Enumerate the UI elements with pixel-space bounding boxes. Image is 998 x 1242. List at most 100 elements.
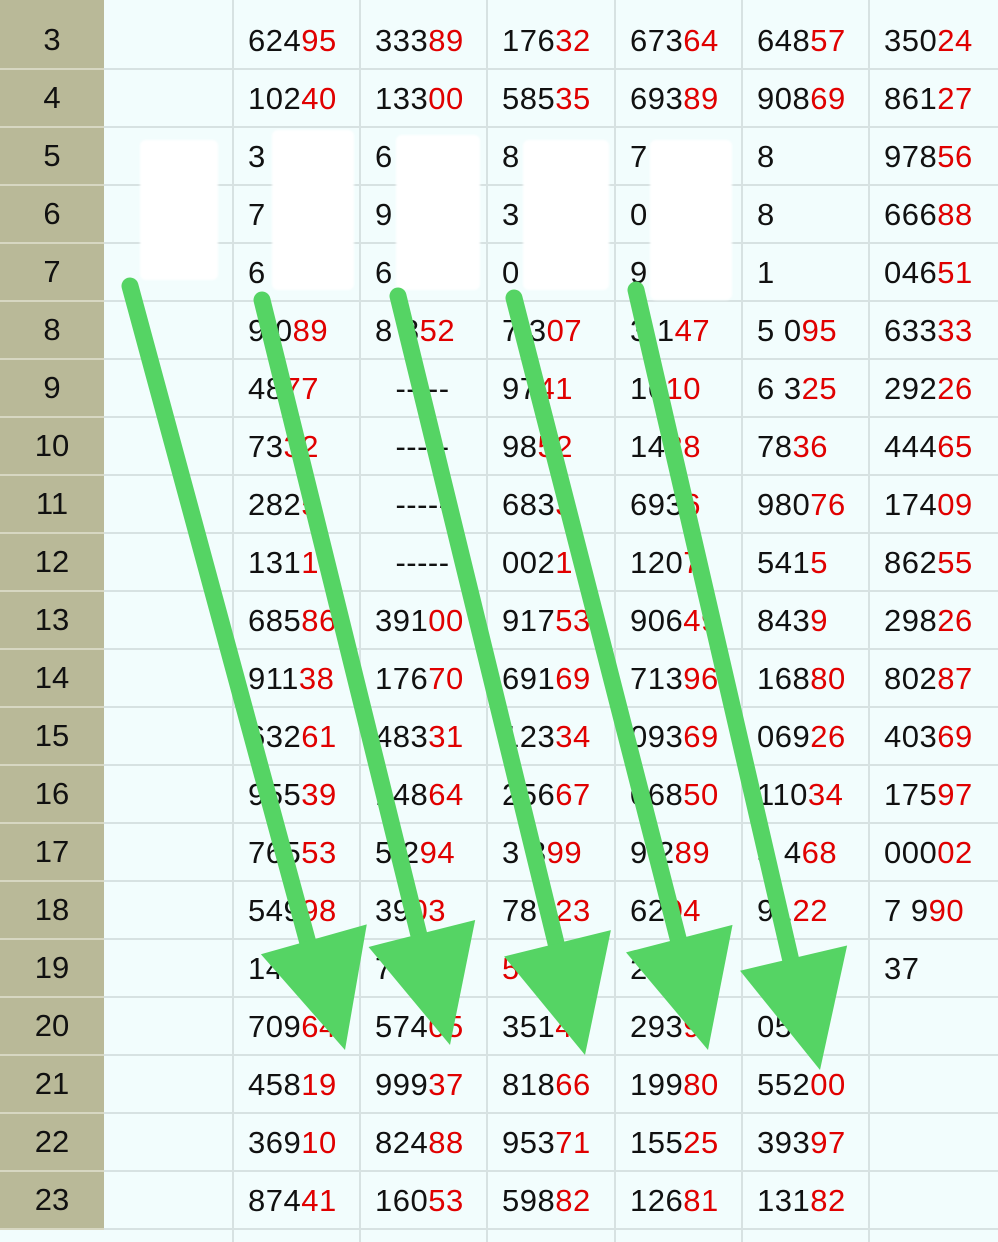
- cell-r8-c3[interactable]: 7 3 07: [486, 302, 614, 360]
- cell-r17-c1[interactable]: 765 53: [232, 824, 359, 882]
- cell-r21-c5[interactable]: 552 00: [741, 1056, 868, 1114]
- cell-r4-c2[interactable]: 133 00: [359, 70, 486, 128]
- cell-r19-c3[interactable]: 5: [486, 940, 614, 998]
- row-number-5[interactable]: 5: [0, 128, 104, 186]
- cell-r13-c5[interactable]: 843 9: [741, 592, 868, 650]
- cell-r8-c2[interactable]: 8 8 52: [359, 302, 486, 360]
- row-number-22[interactable]: 22: [0, 1114, 104, 1172]
- cell-r12-c3[interactable]: 002 1: [486, 534, 614, 592]
- cell-r3-c2[interactable]: 333 89: [359, 12, 486, 70]
- cell-r16-c2[interactable]: 148 64: [359, 766, 486, 824]
- cell-r4-c3[interactable]: 585 35: [486, 70, 614, 128]
- cell-r9-c2[interactable]: -----: [359, 360, 486, 418]
- cell-r20-c3[interactable]: 351 4: [486, 998, 614, 1056]
- cell-r21-c2[interactable]: 999 37: [359, 1056, 486, 1114]
- cell-r5-c5[interactable]: 8: [741, 128, 868, 186]
- cell-r15-c2[interactable]: 483 31: [359, 708, 486, 766]
- cell-r17-c2[interactable]: 5 2 94: [359, 824, 486, 882]
- cell-r4-c1[interactable]: 102 40: [232, 70, 359, 128]
- row-number-14[interactable]: 14: [0, 650, 104, 708]
- row-number-9[interactable]: 9: [0, 360, 104, 418]
- cell-r3-c1[interactable]: 624 95: [232, 12, 359, 70]
- row-number-10[interactable]: 10: [0, 418, 104, 476]
- cell-r15-c5[interactable]: 069 26: [741, 708, 868, 766]
- cell-r18-c1[interactable]: 549 98: [232, 882, 359, 940]
- cell-r3-c6[interactable]: 350 24: [868, 12, 998, 70]
- cell-r12-c5[interactable]: 541 5: [741, 534, 868, 592]
- cell-r23-c2[interactable]: 160 53: [359, 1172, 486, 1230]
- cell-r23-c4[interactable]: 126 81: [614, 1172, 741, 1230]
- cell-r6-c6[interactable]: 666 88: [868, 186, 998, 244]
- cell-r20-c1[interactable]: 709 64: [232, 998, 359, 1056]
- cell-r13-c2[interactable]: 391 00: [359, 592, 486, 650]
- cell-r17-c3[interactable]: 3 3 99: [486, 824, 614, 882]
- cell-r21-c1[interactable]: 458 19: [232, 1056, 359, 1114]
- cell-r12-c6[interactable]: 862 55: [868, 534, 998, 592]
- cell-r22-c5[interactable]: 393 97: [741, 1114, 868, 1172]
- cell-r18-c5[interactable]: 91 22: [741, 882, 868, 940]
- cell-r8-c1[interactable]: 9 0 89: [232, 302, 359, 360]
- cell-r19-c5[interactable]: [741, 940, 868, 998]
- row-number-21[interactable]: 21: [0, 1056, 104, 1114]
- cell-r4-c6[interactable]: 861 27: [868, 70, 998, 128]
- cell-r21-c3[interactable]: 818 66: [486, 1056, 614, 1114]
- cell-r3-c3[interactable]: 176 32: [486, 12, 614, 70]
- cell-r9-c5[interactable]: 6 3 25: [741, 360, 868, 418]
- cell-r10-c5[interactable]: 78 36: [741, 418, 868, 476]
- cell-r22-c4[interactable]: 155 25: [614, 1114, 741, 1172]
- cell-r3-c4[interactable]: 673 64: [614, 12, 741, 70]
- cell-r13-c1[interactable]: 685 86: [232, 592, 359, 650]
- row-number-4[interactable]: 4: [0, 70, 104, 128]
- cell-r4-c4[interactable]: 693 89: [614, 70, 741, 128]
- cell-r21-c6[interactable]: [868, 1056, 998, 1114]
- cell-r8-c5[interactable]: 5 0 95: [741, 302, 868, 360]
- cell-r16-c3[interactable]: 256 67: [486, 766, 614, 824]
- cell-r20-c2[interactable]: 574 05: [359, 998, 486, 1056]
- cell-r21-c4[interactable]: 199 80: [614, 1056, 741, 1114]
- cell-r15-c3[interactable]: 123 34: [486, 708, 614, 766]
- cell-r14-c1[interactable]: 911 38: [232, 650, 359, 708]
- cell-r20-c5[interactable]: 059 6: [741, 998, 868, 1056]
- row-number-19[interactable]: 19: [0, 940, 104, 998]
- cell-r11-c1[interactable]: 282 5: [232, 476, 359, 534]
- cell-r20-c6[interactable]: [868, 998, 998, 1056]
- cell-r22-c1[interactable]: 369 10: [232, 1114, 359, 1172]
- cell-r9-c4[interactable]: 16 10: [614, 360, 741, 418]
- cell-r10-c6[interactable]: 444 65: [868, 418, 998, 476]
- cell-r20-c4[interactable]: 293 9: [614, 998, 741, 1056]
- cell-r13-c4[interactable]: 906 49: [614, 592, 741, 650]
- cell-r11-c5[interactable]: 980 76: [741, 476, 868, 534]
- cell-r23-c5[interactable]: 131 82: [741, 1172, 868, 1230]
- row-number-7[interactable]: 7: [0, 244, 104, 302]
- row-number-20[interactable]: 20: [0, 998, 104, 1056]
- cell-r17-c4[interactable]: 9 2 89: [614, 824, 741, 882]
- cell-r11-c2[interactable]: -----: [359, 476, 486, 534]
- cell-r5-c6[interactable]: 978 56: [868, 128, 998, 186]
- row-number-16[interactable]: 16: [0, 766, 104, 824]
- cell-r14-c5[interactable]: 168 80: [741, 650, 868, 708]
- cell-r12-c4[interactable]: 120 7: [614, 534, 741, 592]
- cell-r8-c4[interactable]: 3 1 47: [614, 302, 741, 360]
- cell-r22-c2[interactable]: 824 88: [359, 1114, 486, 1172]
- cell-r23-c3[interactable]: 598 82: [486, 1172, 614, 1230]
- cell-r9-c1[interactable]: 48 77: [232, 360, 359, 418]
- cell-r10-c3[interactable]: 98 52: [486, 418, 614, 476]
- row-number-8[interactable]: 8: [0, 302, 104, 360]
- cell-r18-c3[interactable]: 787 23: [486, 882, 614, 940]
- cell-r14-c6[interactable]: 802 87: [868, 650, 998, 708]
- cell-r15-c4[interactable]: 093 69: [614, 708, 741, 766]
- row-number-11[interactable]: 11: [0, 476, 104, 534]
- cell-r15-c1[interactable]: 632 61: [232, 708, 359, 766]
- cell-r16-c5[interactable]: 110 34: [741, 766, 868, 824]
- cell-r16-c4[interactable]: 068 50: [614, 766, 741, 824]
- row-number-3[interactable]: 3: [0, 12, 104, 70]
- row-number-13[interactable]: 13: [0, 592, 104, 650]
- cell-r23-c1[interactable]: 874 41: [232, 1172, 359, 1230]
- row-number-17[interactable]: 17: [0, 824, 104, 882]
- cell-r19-c1[interactable]: 146 09: [232, 940, 359, 998]
- cell-r10-c1[interactable]: 73 32: [232, 418, 359, 476]
- cell-r11-c3[interactable]: 683 3: [486, 476, 614, 534]
- cell-r18-c4[interactable]: 62 04: [614, 882, 741, 940]
- cell-r10-c2[interactable]: -----: [359, 418, 486, 476]
- cell-r13-c3[interactable]: 917 53: [486, 592, 614, 650]
